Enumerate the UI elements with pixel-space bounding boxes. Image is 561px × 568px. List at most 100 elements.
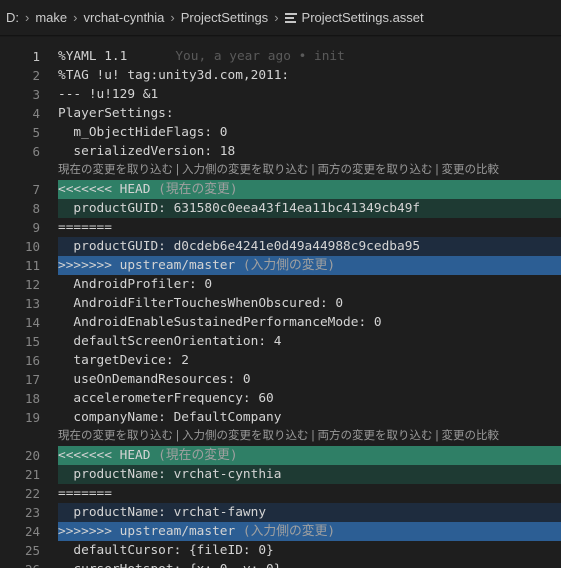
chevron-right-icon: › <box>73 10 78 25</box>
line-number: 22 <box>24 486 40 501</box>
code-line[interactable]: 22 ======= <box>0 484 561 503</box>
line-number: 12 <box>24 277 40 292</box>
line-text: m_ObjectHideFlags: 0 <box>58 125 228 140</box>
conflict-marker-label: (現在の変更) <box>150 448 238 463</box>
line-text: AndroidProfiler: 0 <box>58 277 213 292</box>
line-number: 10 <box>24 239 40 254</box>
line-text: %YAML 1.1 <box>58 49 128 64</box>
line-number: 13 <box>24 296 40 311</box>
line-number: 11 <box>24 258 40 273</box>
line-number: 3 <box>32 87 40 102</box>
accept-both-changes-link[interactable]: 両方の変更を取り込む <box>318 164 433 176</box>
file-lines-icon <box>284 12 297 25</box>
line-number: 20 <box>24 448 40 463</box>
line-number: 18 <box>24 391 40 406</box>
line-text: productGUID: 631580c0eea43f14ea11bc41349… <box>58 199 561 218</box>
code-line[interactable]: 6 serializedVersion: 18 <box>0 142 561 161</box>
line-number: 4 <box>32 106 40 121</box>
code-line[interactable]: 11 >>>>>>> upstream/master (入力側の変更) <box>0 256 561 275</box>
code-line[interactable]: 26 cursorHotspot: {x: 0, y: 0} <box>0 560 561 568</box>
line-number: 23 <box>24 505 40 520</box>
breadcrumb-folder-projectsettings[interactable]: ProjectSettings <box>181 10 268 25</box>
breadcrumb-file[interactable]: ProjectSettings.asset <box>302 10 424 25</box>
code-editor[interactable]: 1 %YAML 1.1 You, a year ago • init 2 %TAG… <box>0 35 561 568</box>
chevron-right-icon: › <box>25 10 30 25</box>
line-text: targetDevice: 2 <box>58 353 189 368</box>
line-number: 8 <box>32 201 40 216</box>
conflict-marker-incoming: >>>>>>> upstream/master <box>58 258 236 273</box>
compare-changes-link[interactable]: 変更の比較 <box>442 430 500 442</box>
accept-current-change-link[interactable]: 現在の変更を取り込む <box>58 164 173 176</box>
line-number: 2 <box>32 68 40 83</box>
code-line[interactable]: 8 productGUID: 631580c0eea43f14ea11bc413… <box>0 199 561 218</box>
code-line[interactable]: 10 productGUID: d0cdeb6e4241e0d49a44988c… <box>0 237 561 256</box>
conflict-marker-current: <<<<<<< HEAD <box>58 182 151 197</box>
line-text: productName: vrchat-cynthia <box>58 465 561 484</box>
line-text: AndroidFilterTouchesWhenObscured: 0 <box>58 296 344 311</box>
accept-incoming-change-link[interactable]: 入力側の変更を取り込む <box>182 430 309 442</box>
code-line[interactable]: 25 defaultCursor: {fileID: 0} <box>0 541 561 560</box>
line-text: defaultCursor: {fileID: 0} <box>58 543 274 558</box>
line-number: 1 <box>32 49 40 64</box>
code-line[interactable]: 7 <<<<<<< HEAD (現在の変更) <box>0 180 561 199</box>
line-text: defaultScreenOrientation: 4 <box>58 334 282 349</box>
line-number: 7 <box>32 182 40 197</box>
code-line[interactable]: 20 <<<<<<< HEAD (現在の変更) <box>0 446 561 465</box>
line-number: 6 <box>32 144 40 159</box>
compare-changes-link[interactable]: 変更の比較 <box>442 164 500 176</box>
line-number: 17 <box>24 372 40 387</box>
breadcrumb-folder-make[interactable]: make <box>35 10 67 25</box>
line-text: cursorHotspot: {x: 0, y: 0} <box>58 560 561 568</box>
line-number: 19 <box>24 410 40 425</box>
git-blame-annotation: You, a year ago • init <box>175 49 345 64</box>
accept-current-change-link[interactable]: 現在の変更を取り込む <box>58 430 173 442</box>
line-text: AndroidEnableSustainedPerformanceMode: 0 <box>58 315 382 330</box>
line-number: 14 <box>24 315 40 330</box>
merge-conflict-codelens: 現在の変更を取り込む | 入力側の変更を取り込む | 両方の変更を取り込む | 変更の比較 <box>58 164 500 176</box>
code-line[interactable]: 1 %YAML 1.1 You, a year ago • init <box>0 47 561 66</box>
code-line[interactable]: 16 targetDevice: 2 <box>0 351 561 370</box>
code-line[interactable]: 18 accelerometerFrequency: 60 <box>0 389 561 408</box>
conflict-separator: ======= <box>58 486 112 501</box>
code-line[interactable]: 14 AndroidEnableSustainedPerformanceMode… <box>0 313 561 332</box>
line-number: 24 <box>24 524 40 539</box>
code-line[interactable]: 3 --- !u!129 &1 <box>0 85 561 104</box>
code-line[interactable]: 15 defaultScreenOrientation: 4 <box>0 332 561 351</box>
line-number: 16 <box>24 353 40 368</box>
line-number: 5 <box>32 125 40 140</box>
line-number: 21 <box>24 467 40 482</box>
code-line[interactable]: 2 %TAG !u! tag:unity3d.com,2011: <box>0 66 561 85</box>
conflict-marker-label: (入力側の変更) <box>235 524 336 539</box>
conflict-marker-label: (現在の変更) <box>150 182 238 197</box>
line-text: productGUID: d0cdeb6e4241e0d49a44988c9ce… <box>58 237 561 256</box>
code-line[interactable]: 9 ======= <box>0 218 561 237</box>
code-line[interactable]: 19 companyName: DefaultCompany <box>0 408 561 427</box>
line-number: 25 <box>24 543 40 558</box>
merge-conflict-codelens: 現在の変更を取り込む | 入力側の変更を取り込む | 両方の変更を取り込む | 変更の比較 <box>58 430 500 442</box>
accept-incoming-change-link[interactable]: 入力側の変更を取り込む <box>182 164 309 176</box>
code-line[interactable]: 4 PlayerSettings: <box>0 104 561 123</box>
breadcrumb: D: › make › vrchat-cynthia › ProjectSett… <box>0 0 561 35</box>
breadcrumb-folder-project[interactable]: vrchat-cynthia <box>83 10 164 25</box>
line-text: --- !u!129 &1 <box>58 87 159 102</box>
conflict-marker-current: <<<<<<< HEAD <box>58 448 151 463</box>
conflict-separator: ======= <box>58 220 112 235</box>
code-line[interactable]: 21 productName: vrchat-cynthia <box>0 465 561 484</box>
line-number: 15 <box>24 334 40 349</box>
line-text: useOnDemandResources: 0 <box>58 372 251 387</box>
breadcrumb-drive[interactable]: D: <box>6 10 19 25</box>
code-line[interactable]: 13 AndroidFilterTouchesWhenObscured: 0 <box>0 294 561 313</box>
code-line[interactable]: 23 productName: vrchat-fawny <box>0 503 561 522</box>
code-line[interactable]: 12 AndroidProfiler: 0 <box>0 275 561 294</box>
conflict-marker-label: (入力側の変更) <box>235 258 336 273</box>
code-line[interactable]: 5 m_ObjectHideFlags: 0 <box>0 123 561 142</box>
line-text: accelerometerFrequency: 60 <box>58 391 274 406</box>
line-text: %TAG !u! tag:unity3d.com,2011: <box>58 68 290 83</box>
line-text: companyName: DefaultCompany <box>58 410 282 425</box>
code-line[interactable]: 24 >>>>>>> upstream/master (入力側の変更) <box>0 522 561 541</box>
line-text: productName: vrchat-fawny <box>58 503 561 522</box>
code-line[interactable]: 17 useOnDemandResources: 0 <box>0 370 561 389</box>
accept-both-changes-link[interactable]: 両方の変更を取り込む <box>318 430 433 442</box>
line-number: 9 <box>32 220 40 235</box>
conflict-marker-incoming: >>>>>>> upstream/master <box>58 524 236 539</box>
